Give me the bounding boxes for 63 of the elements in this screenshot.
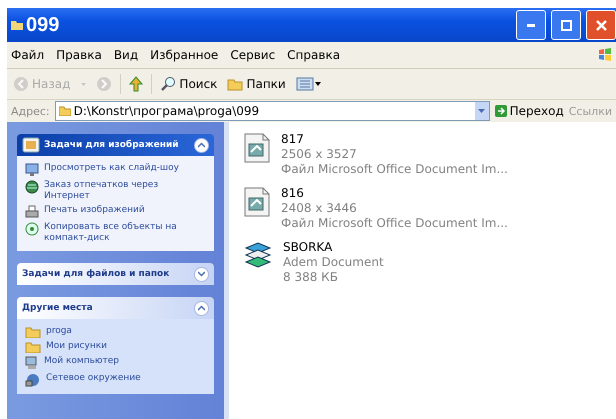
file-detail: 2506 x 3527 (281, 147, 358, 162)
task-link[interactable]: Заказ отпечатков через Интернет (44, 180, 206, 202)
monitor-icon (25, 163, 39, 177)
window-title: 099 (26, 14, 60, 36)
maximize-button[interactable] (551, 10, 581, 40)
maximize-icon (560, 20, 572, 30)
panel-header[interactable]: Другие места (17, 297, 214, 319)
computer-icon (25, 356, 39, 370)
file-detail: Файл Microsoft Office Document Im... (281, 162, 508, 177)
task-link[interactable]: Мои рисунки (46, 341, 107, 352)
task-link[interactable]: Копировать все объекты на компакт-диск (44, 222, 206, 244)
file-detail: Файл Microsoft Office Document Im... (281, 216, 508, 231)
file-name[interactable]: SBORKA (283, 240, 384, 255)
task-link[interactable]: Мой компьютер (44, 356, 119, 367)
minimize-button[interactable] (516, 10, 546, 40)
up-button[interactable] (127, 76, 146, 92)
printer-icon (25, 205, 39, 219)
menu-item[interactable]: Справка (287, 48, 340, 62)
collapse-icon[interactable] (194, 138, 209, 152)
dropdown-button[interactable] (474, 102, 489, 120)
minimize-icon (527, 24, 535, 26)
folder-icon (25, 326, 41, 338)
folder-icon (58, 106, 71, 116)
caret-icon (478, 109, 486, 113)
document-icon (243, 132, 271, 164)
close-button[interactable] (586, 10, 616, 40)
search-icon (160, 76, 176, 92)
folder-icon (25, 341, 41, 353)
file-detail: 8 388 КБ (283, 270, 339, 285)
search-button[interactable]: Поиск (158, 76, 220, 92)
file-name[interactable]: 817 (281, 132, 508, 147)
panel-header[interactable]: Задачи для файлов и папок (17, 263, 214, 285)
menu-item[interactable]: Правка (56, 48, 102, 62)
document-icon (243, 186, 271, 218)
address-label: Адрес: (11, 104, 50, 118)
menu-item[interactable]: Файл (11, 48, 44, 62)
windows-flag-icon (598, 48, 612, 62)
folder-icon (11, 20, 23, 30)
menu-item[interactable]: Избранное (150, 48, 218, 62)
go-button[interactable]: Переход (494, 104, 564, 118)
views-button[interactable] (294, 77, 324, 91)
task-link[interactable]: proga (46, 326, 72, 337)
go-arrow-icon (494, 105, 507, 117)
menu-item[interactable]: Сервис (230, 48, 276, 62)
close-icon (596, 20, 606, 30)
folders-button[interactable]: Папки (225, 76, 288, 92)
address-field[interactable]: D:\Konstr\програма\proga\099 (54, 101, 490, 121)
file-detail: Adem Document (283, 255, 384, 270)
network-icon (25, 373, 41, 387)
file-name[interactable]: 816 (281, 186, 508, 201)
panel-header[interactable]: Задачи для изображений (17, 134, 214, 156)
disc-icon (25, 222, 39, 236)
collapse-icon[interactable] (194, 300, 209, 316)
task-link[interactable]: Печать изображений (44, 205, 145, 216)
views-icon (296, 77, 322, 91)
menu-item[interactable]: Вид (114, 48, 138, 62)
up-arrow-icon (129, 76, 144, 92)
task-link[interactable]: Сетевое окружение (46, 373, 141, 384)
file-detail: 2408 x 3446 (281, 201, 358, 216)
globe-icon (25, 180, 39, 194)
pictures-icon (22, 136, 40, 154)
expand-icon[interactable] (194, 266, 209, 282)
task-link[interactable]: Просмотреть как слайд-шоу (44, 163, 179, 174)
